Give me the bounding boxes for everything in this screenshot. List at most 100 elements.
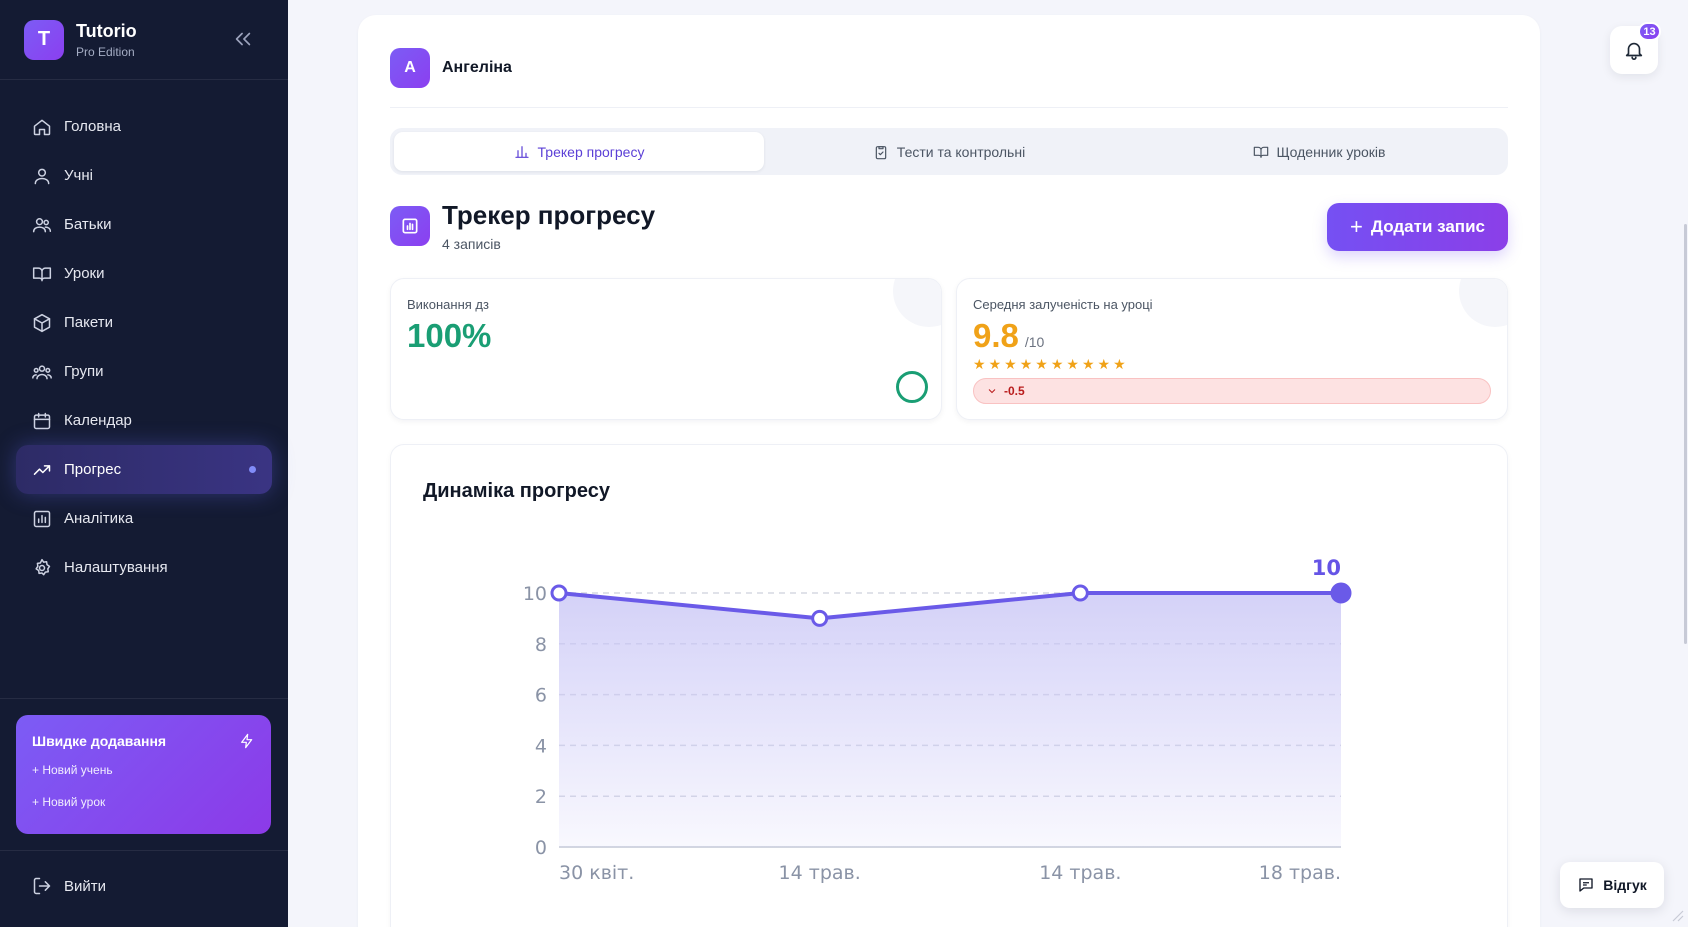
star-icon: ★ — [1035, 356, 1048, 372]
divider — [0, 698, 288, 699]
sidebar-item-analytics[interactable]: Аналітика — [16, 494, 272, 543]
tab-lesson-diary[interactable]: Щоденник уроків — [1134, 132, 1504, 171]
sidebar-item-label: Групи — [64, 363, 104, 380]
stat-value: 9.8 — [973, 317, 1019, 354]
sidebar-item-label: Прогрес — [64, 461, 122, 478]
add-record-label: Додати запис — [1370, 217, 1485, 236]
feedback-button[interactable]: Відгук — [1560, 862, 1664, 908]
calendar-icon — [33, 412, 51, 429]
sidebar-item-students[interactable]: Учні — [16, 151, 272, 200]
star-icon: ★ — [973, 356, 986, 372]
brand-logo: T — [24, 19, 64, 60]
star-icon: ★ — [988, 356, 1002, 372]
stat-card-homework: Виконання дз 100% — [390, 278, 942, 420]
brand: T Tutorio Pro Edition — [0, 0, 288, 80]
quick-add-new-student[interactable]: + Новий учень — [32, 763, 255, 777]
decorative-circle — [1459, 279, 1507, 327]
y-tick-label: 8 — [535, 634, 547, 656]
sidebar-item-parents[interactable]: Батьки — [16, 200, 272, 249]
sidebar-item-home[interactable]: Головна — [16, 102, 272, 151]
sidebar-item-label: Батьки — [64, 216, 112, 233]
tab-label: Щоденник уроків — [1276, 143, 1386, 160]
y-tick-label: 4 — [535, 735, 547, 757]
star-icon: ★ — [1066, 356, 1079, 372]
star-icon: ★ — [1004, 356, 1017, 372]
tab-bar: Трекер прогресу Тести та контрольні Щоде… — [390, 128, 1508, 175]
sidebar-item-progress[interactable]: Прогрес — [16, 445, 272, 494]
data-point — [811, 609, 829, 627]
plus-icon: + — [1350, 214, 1363, 239]
bar-chart-icon — [402, 218, 418, 234]
logout-label: Вийти — [64, 877, 107, 895]
y-tick-label: 10 — [523, 583, 547, 605]
progress-chart: 0 2 4 6 8 10 30 квіт. 14 трав. 14 трав. 18 трав. 1… — [523, 556, 1352, 884]
bell-icon — [1625, 42, 1643, 60]
sidebar-item-settings[interactable]: Налаштування — [16, 543, 272, 592]
stat-suffix: /10 — [1024, 334, 1045, 350]
add-record-button[interactable]: + Додати запис — [1327, 203, 1508, 251]
star-icon: ★ — [1097, 356, 1111, 372]
logout-icon — [33, 877, 51, 895]
stat-value-wrap: 9.8/10 — [973, 317, 1044, 355]
page-title: Трекер прогресу — [442, 200, 656, 230]
bar-chart-icon — [514, 145, 529, 158]
group-icon — [32, 364, 52, 379]
quick-add-new-lesson[interactable]: + Новий урок — [32, 795, 255, 809]
sidebar-item-lessons[interactable]: Уроки — [16, 249, 272, 298]
rating-stars: ★ ★ ★ ★ ★ ★ ★ ★ ★ ★ — [973, 357, 1126, 371]
sidebar-item-packages[interactable]: Пакети — [16, 298, 272, 347]
notification-count-badge: 13 — [1638, 22, 1661, 41]
sidebar-item-label: Уроки — [64, 265, 105, 282]
main-content: А Ангеліна Трекер прогресу Тести та конт… — [358, 15, 1540, 927]
x-tick-label: 30 квіт. — [559, 862, 634, 884]
chart-card: Динаміка прогресу 0 2 4 6 8 10 30 квіт. 14 трав… — [390, 444, 1508, 927]
y-tick-label: 0 — [535, 837, 547, 859]
star-icon: ★ — [1050, 356, 1064, 372]
scrollbar-thumb[interactable] — [1684, 224, 1687, 644]
sidebar-item-calendar[interactable]: Календар — [16, 396, 272, 445]
logout-button[interactable]: Вийти — [32, 876, 106, 896]
sidebar: T Tutorio Pro Edition Головна Учні Батьк… — [0, 0, 288, 927]
progress-ring-icon — [896, 371, 928, 403]
stat-label: Середня залученість на уроці — [973, 297, 1153, 312]
quick-add-title: Швидке додавання — [32, 733, 167, 749]
data-label: 10 — [1312, 556, 1341, 580]
book-open-icon — [1253, 146, 1268, 158]
avatar: А — [390, 48, 430, 88]
star-icon: ★ — [1081, 356, 1095, 372]
users-icon — [32, 217, 52, 232]
stat-card-engagement: Середня залученість на уроці 9.8/10 ★ ★ ★ ★… — [956, 278, 1508, 420]
records-count: 4 записів — [442, 235, 501, 252]
data-point — [1330, 582, 1352, 604]
sidebar-item-groups[interactable]: Групи — [16, 347, 272, 396]
user-icon — [34, 168, 50, 184]
sidebar-item-label: Учні — [64, 167, 93, 184]
stat-value: 100% — [407, 317, 492, 354]
chevron-down-icon — [988, 389, 996, 394]
brand-title: Tutorio — [76, 20, 137, 41]
tab-label: Тести та контрольні — [896, 143, 1026, 160]
stat-label: Виконання дз — [407, 297, 489, 312]
clipboard-icon — [875, 145, 887, 159]
home-icon — [33, 119, 51, 135]
active-indicator-dot — [249, 466, 256, 473]
student-name: Ангеліна — [442, 59, 512, 76]
trending-up-icon — [33, 464, 51, 475]
data-point — [550, 584, 568, 602]
delta-badge: -0.5 — [973, 378, 1491, 404]
brand-subtitle: Pro Edition — [76, 44, 135, 59]
tab-label: Трекер прогресу — [537, 143, 645, 160]
x-tick-label: 14 трав. — [779, 862, 861, 884]
bar-chart-icon — [33, 510, 51, 527]
tab-tests[interactable]: Тести та контрольні — [764, 132, 1134, 171]
quick-add-panel: Швидке додавання + Новий учень + Новий у… — [16, 715, 271, 834]
data-point — [1071, 584, 1089, 602]
gear-icon — [35, 558, 51, 575]
sidebar-item-label: Аналітика — [64, 510, 134, 527]
tab-progress-tracker[interactable]: Трекер прогресу — [394, 132, 764, 171]
collapse-sidebar-icon[interactable] — [232, 28, 254, 50]
y-tick-label: 2 — [535, 786, 547, 808]
sidebar-item-label: Головна — [64, 118, 121, 135]
book-icon — [32, 266, 52, 281]
student-header: А Ангеліна — [390, 48, 512, 88]
